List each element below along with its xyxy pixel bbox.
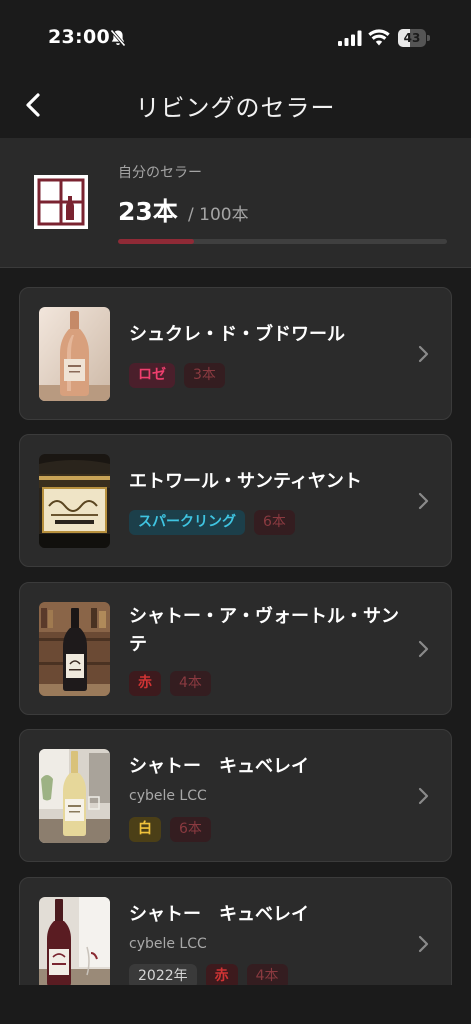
wine-type-badge: 白 (129, 817, 161, 842)
wine-card[interactable]: エトワール・サンティヤント スパークリング 6本 (19, 434, 452, 567)
bottle-count-badge: 6本 (254, 510, 295, 535)
wine-tags: 赤 4本 (129, 671, 211, 696)
status-time: 23:00 (48, 26, 110, 48)
red-wine-bottle-image (39, 897, 110, 991)
chevron-right-icon (418, 935, 429, 953)
cellar-summary: 自分のセラー 23本 / 100本 (0, 138, 471, 268)
wine-name: エトワール・サンティヤント (129, 471, 362, 492)
white-wine-bottle-image (39, 749, 110, 843)
wifi-icon (368, 29, 390, 46)
wine-name: シャトー・ア・ヴォートル・サンテ (129, 606, 399, 655)
bottle-count-badge: 4本 (170, 671, 211, 696)
wine-producer: cybele LCC (129, 936, 207, 952)
wine-card[interactable]: シュクレ・ド・ブドワール ロゼ 3本 (19, 287, 452, 420)
sparkling-wine-bottle-image (39, 454, 110, 548)
battery-level: 43 (403, 31, 421, 45)
bottle-count-badge: 6本 (170, 817, 211, 842)
capacity-progress-fill (118, 239, 194, 244)
wine-name: シュクレ・ド・ブドワール (129, 324, 345, 345)
red-wine-bottle-image (39, 602, 110, 696)
chevron-right-icon (418, 640, 429, 658)
wine-type-badge: 赤 (129, 671, 161, 696)
navigation-bar: リビングのセラー (0, 72, 471, 138)
chevron-right-icon (418, 492, 429, 510)
wine-type-badge: ロゼ (129, 363, 175, 388)
bottle-count: 23本 (118, 197, 178, 226)
wine-cellar-icon (34, 175, 88, 229)
bottle-count-badge: 3本 (184, 363, 225, 388)
rose-wine-bottle-image (39, 307, 110, 401)
chevron-right-icon (418, 345, 429, 363)
capacity-progress-bar (118, 239, 447, 244)
wine-tags: 白 6本 (129, 817, 211, 842)
wine-tags: スパークリング 6本 (129, 510, 295, 535)
cellar-label: 自分のセラー (118, 165, 202, 181)
battery-icon: 43 (398, 29, 430, 47)
wine-card[interactable]: シャトー・ア・ヴォートル・サンテ 赤 4本 (19, 582, 452, 715)
bottle-capacity: / 100本 (188, 205, 249, 225)
wine-card[interactable]: シャトー キュベレイ cybele LCC 白 6本 (19, 729, 452, 862)
wine-name: シャトー キュベレイ (129, 904, 309, 925)
wine-type-badge: スパークリング (129, 510, 245, 535)
wine-name: シャトー キュベレイ (129, 756, 309, 777)
signal-icon (338, 30, 362, 46)
chevron-right-icon (418, 787, 429, 805)
wine-tags: ロゼ 3本 (129, 363, 225, 388)
page-title: リビングのセラー (135, 94, 336, 122)
bell-off-icon (110, 29, 126, 47)
status-bar: 23:00 43 (0, 0, 471, 72)
bottom-overlay (0, 985, 471, 1024)
wine-producer: cybele LCC (129, 788, 207, 804)
